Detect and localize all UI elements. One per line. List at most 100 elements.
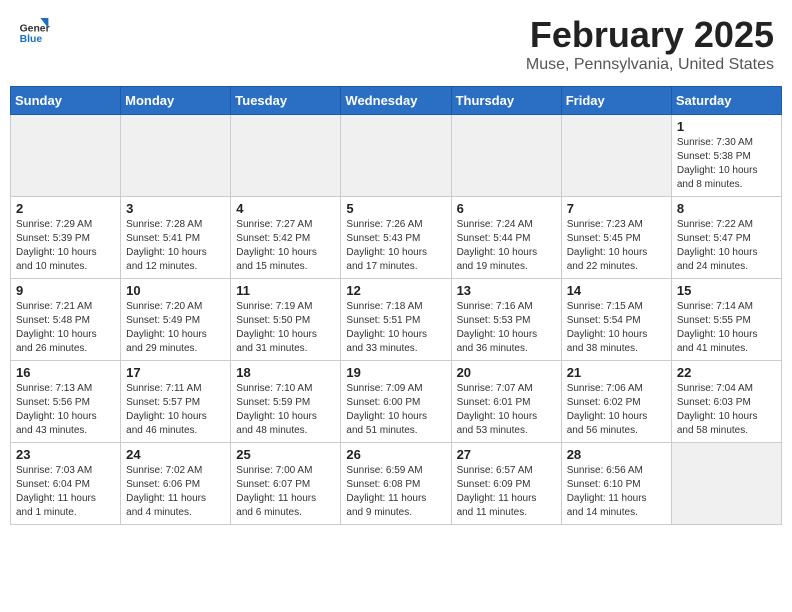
table-row: 3Sunrise: 7:28 AM Sunset: 5:41 PM Daylig…	[121, 197, 231, 279]
day-info: Sunrise: 7:14 AM Sunset: 5:55 PM Dayligh…	[677, 300, 776, 356]
day-number: 20	[457, 365, 556, 380]
table-row	[561, 115, 671, 197]
table-row: 26 Sunrise: 6:59 AM Sunset: 6:08 PM Dayli…	[341, 443, 451, 525]
day-info: Sunrise: 7:06 AM Sunset: 6:02 PM Dayligh…	[567, 382, 666, 438]
day-number: 10	[126, 283, 225, 298]
day-number: 14	[567, 283, 666, 298]
day-number: 18	[236, 365, 335, 380]
day-info: Sunrise: 7:24 AM Sunset: 5:44 PM Dayligh…	[457, 218, 556, 274]
table-row	[121, 115, 231, 197]
day-info: Sunrise: 7:13 AM Sunset: 5:56 PM Dayligh…	[16, 382, 115, 438]
table-row: 13 Sunrise: 7:16 AM Sunset: 5:53 PM Dayli…	[451, 279, 561, 361]
day-info: Sunrise: 7:27 AM Sunset: 5:42 PM Dayligh…	[236, 218, 335, 274]
table-row: 23 Sunrise: 7:03 AM Sunset: 6:04 PM Dayli…	[11, 443, 121, 525]
table-row: 12 Sunrise: 7:18 AM Sunset: 5:51 PM Dayli…	[341, 279, 451, 361]
table-row: 4 Sunrise: 7:27 AM Sunset: 5:42 PM Daylig…	[231, 197, 341, 279]
day-number: 27	[457, 447, 556, 462]
day-number: 8	[677, 201, 776, 216]
day-info: Sunrise: 7:18 AM Sunset: 5:51 PM Dayligh…	[346, 300, 445, 356]
col-tuesday: Tuesday	[231, 87, 341, 115]
table-row	[11, 115, 121, 197]
day-number: 19	[346, 365, 445, 380]
day-number: 9	[16, 283, 115, 298]
page-header: General Blue February 2025 Muse, Pennsyl…	[10, 10, 782, 78]
day-number: 21	[567, 365, 666, 380]
day-info: Sunrise: 7:30 AM Sunset: 5:38 PM Dayligh…	[677, 136, 776, 192]
day-info: Sunrise: 7:23 AM Sunset: 5:45 PM Dayligh…	[567, 218, 666, 274]
table-row	[231, 115, 341, 197]
table-row: 21 Sunrise: 7:06 AM Sunset: 6:02 PM Dayli…	[561, 361, 671, 443]
day-info: Sunrise: 7:11 AM Sunset: 5:57 PM Dayligh…	[126, 382, 225, 438]
table-row: 24 Sunrise: 7:02 AM Sunset: 6:06 PM Dayli…	[121, 443, 231, 525]
title-area: February 2025 Muse, Pennsylvania, United…	[526, 14, 774, 74]
calendar-week-row: 1 Sunrise: 7:30 AM Sunset: 5:38 PM Daylig…	[11, 115, 782, 197]
col-wednesday: Wednesday	[341, 87, 451, 115]
col-thursday: Thursday	[451, 87, 561, 115]
day-info: Sunrise: 6:56 AM Sunset: 6:10 PM Dayligh…	[567, 464, 666, 520]
table-row: 22 Sunrise: 7:04 AM Sunset: 6:03 PM Dayli…	[671, 361, 781, 443]
day-info: Sunrise: 6:59 AM Sunset: 6:08 PM Dayligh…	[346, 464, 445, 520]
day-info: Sunrise: 7:19 AM Sunset: 5:50 PM Dayligh…	[236, 300, 335, 356]
day-number: 23	[16, 447, 115, 462]
table-row: 11 Sunrise: 7:19 AM Sunset: 5:50 PM Dayli…	[231, 279, 341, 361]
day-number: 22	[677, 365, 776, 380]
day-number: 15	[677, 283, 776, 298]
logo: General Blue	[18, 14, 54, 46]
table-row: 17 Sunrise: 7:11 AM Sunset: 5:57 PM Dayli…	[121, 361, 231, 443]
svg-text:General: General	[20, 24, 50, 35]
day-number: 1	[677, 119, 776, 134]
day-number: 17	[126, 365, 225, 380]
day-number: 13	[457, 283, 556, 298]
day-info: Sunrise: 7:20 AM Sunset: 5:49 PM Dayligh…	[126, 300, 225, 356]
day-info: Sunrise: 7:04 AM Sunset: 6:03 PM Dayligh…	[677, 382, 776, 438]
day-number: 16	[16, 365, 115, 380]
day-number: 24	[126, 447, 225, 462]
day-number: 12	[346, 283, 445, 298]
logo-icon: General Blue	[18, 14, 50, 46]
table-row: 27Sunrise: 6:57 AM Sunset: 6:09 PM Dayli…	[451, 443, 561, 525]
table-row: 2 Sunrise: 7:29 AM Sunset: 5:39 PM Daylig…	[11, 197, 121, 279]
day-number: 28	[567, 447, 666, 462]
day-info: Sunrise: 7:29 AM Sunset: 5:39 PM Dayligh…	[16, 218, 115, 274]
table-row: 8 Sunrise: 7:22 AM Sunset: 5:47 PM Daylig…	[671, 197, 781, 279]
calendar-week-row: 23 Sunrise: 7:03 AM Sunset: 6:04 PM Dayli…	[11, 443, 782, 525]
calendar-week-row: 2 Sunrise: 7:29 AM Sunset: 5:39 PM Daylig…	[11, 197, 782, 279]
table-row	[671, 443, 781, 525]
day-number: 2	[16, 201, 115, 216]
col-saturday: Saturday	[671, 87, 781, 115]
month-title: February 2025	[526, 14, 774, 56]
day-number: 4	[236, 201, 335, 216]
table-row: 16 Sunrise: 7:13 AM Sunset: 5:56 PM Dayli…	[11, 361, 121, 443]
table-row: 15 Sunrise: 7:14 AM Sunset: 5:55 PM Dayli…	[671, 279, 781, 361]
day-info: Sunrise: 7:03 AM Sunset: 6:04 PM Dayligh…	[16, 464, 115, 520]
table-row: 10 Sunrise: 7:20 AM Sunset: 5:49 PM Dayli…	[121, 279, 231, 361]
day-info: Sunrise: 7:21 AM Sunset: 5:48 PM Dayligh…	[16, 300, 115, 356]
day-info: Sunrise: 7:02 AM Sunset: 6:06 PM Dayligh…	[126, 464, 225, 520]
table-row	[341, 115, 451, 197]
day-info: Sunrise: 7:22 AM Sunset: 5:47 PM Dayligh…	[677, 218, 776, 274]
table-row: 9 Sunrise: 7:21 AM Sunset: 5:48 PM Daylig…	[11, 279, 121, 361]
table-row: 19Sunrise: 7:09 AM Sunset: 6:00 PM Dayli…	[341, 361, 451, 443]
day-number: 26	[346, 447, 445, 462]
day-info: Sunrise: 7:00 AM Sunset: 6:07 PM Dayligh…	[236, 464, 335, 520]
table-row: 14Sunrise: 7:15 AM Sunset: 5:54 PM Dayli…	[561, 279, 671, 361]
day-number: 5	[346, 201, 445, 216]
day-info: Sunrise: 7:28 AM Sunset: 5:41 PM Dayligh…	[126, 218, 225, 274]
location-subtitle: Muse, Pennsylvania, United States	[526, 56, 774, 74]
col-sunday: Sunday	[11, 87, 121, 115]
col-monday: Monday	[121, 87, 231, 115]
table-row: 6Sunrise: 7:24 AM Sunset: 5:44 PM Daylig…	[451, 197, 561, 279]
day-number: 25	[236, 447, 335, 462]
svg-text:Blue: Blue	[20, 34, 43, 45]
table-row: 25 Sunrise: 7:00 AM Sunset: 6:07 PM Dayli…	[231, 443, 341, 525]
table-row: 28 Sunrise: 6:56 AM Sunset: 6:10 PM Dayli…	[561, 443, 671, 525]
table-row: 20Sunrise: 7:07 AM Sunset: 6:01 PM Dayli…	[451, 361, 561, 443]
col-friday: Friday	[561, 87, 671, 115]
table-row: 1 Sunrise: 7:30 AM Sunset: 5:38 PM Daylig…	[671, 115, 781, 197]
day-number: 11	[236, 283, 335, 298]
calendar-week-row: 16 Sunrise: 7:13 AM Sunset: 5:56 PM Dayli…	[11, 361, 782, 443]
day-info: Sunrise: 7:16 AM Sunset: 5:53 PM Dayligh…	[457, 300, 556, 356]
day-info: Sunrise: 7:10 AM Sunset: 5:59 PM Dayligh…	[236, 382, 335, 438]
calendar-week-row: 9 Sunrise: 7:21 AM Sunset: 5:48 PM Daylig…	[11, 279, 782, 361]
day-info: Sunrise: 7:26 AM Sunset: 5:43 PM Dayligh…	[346, 218, 445, 274]
